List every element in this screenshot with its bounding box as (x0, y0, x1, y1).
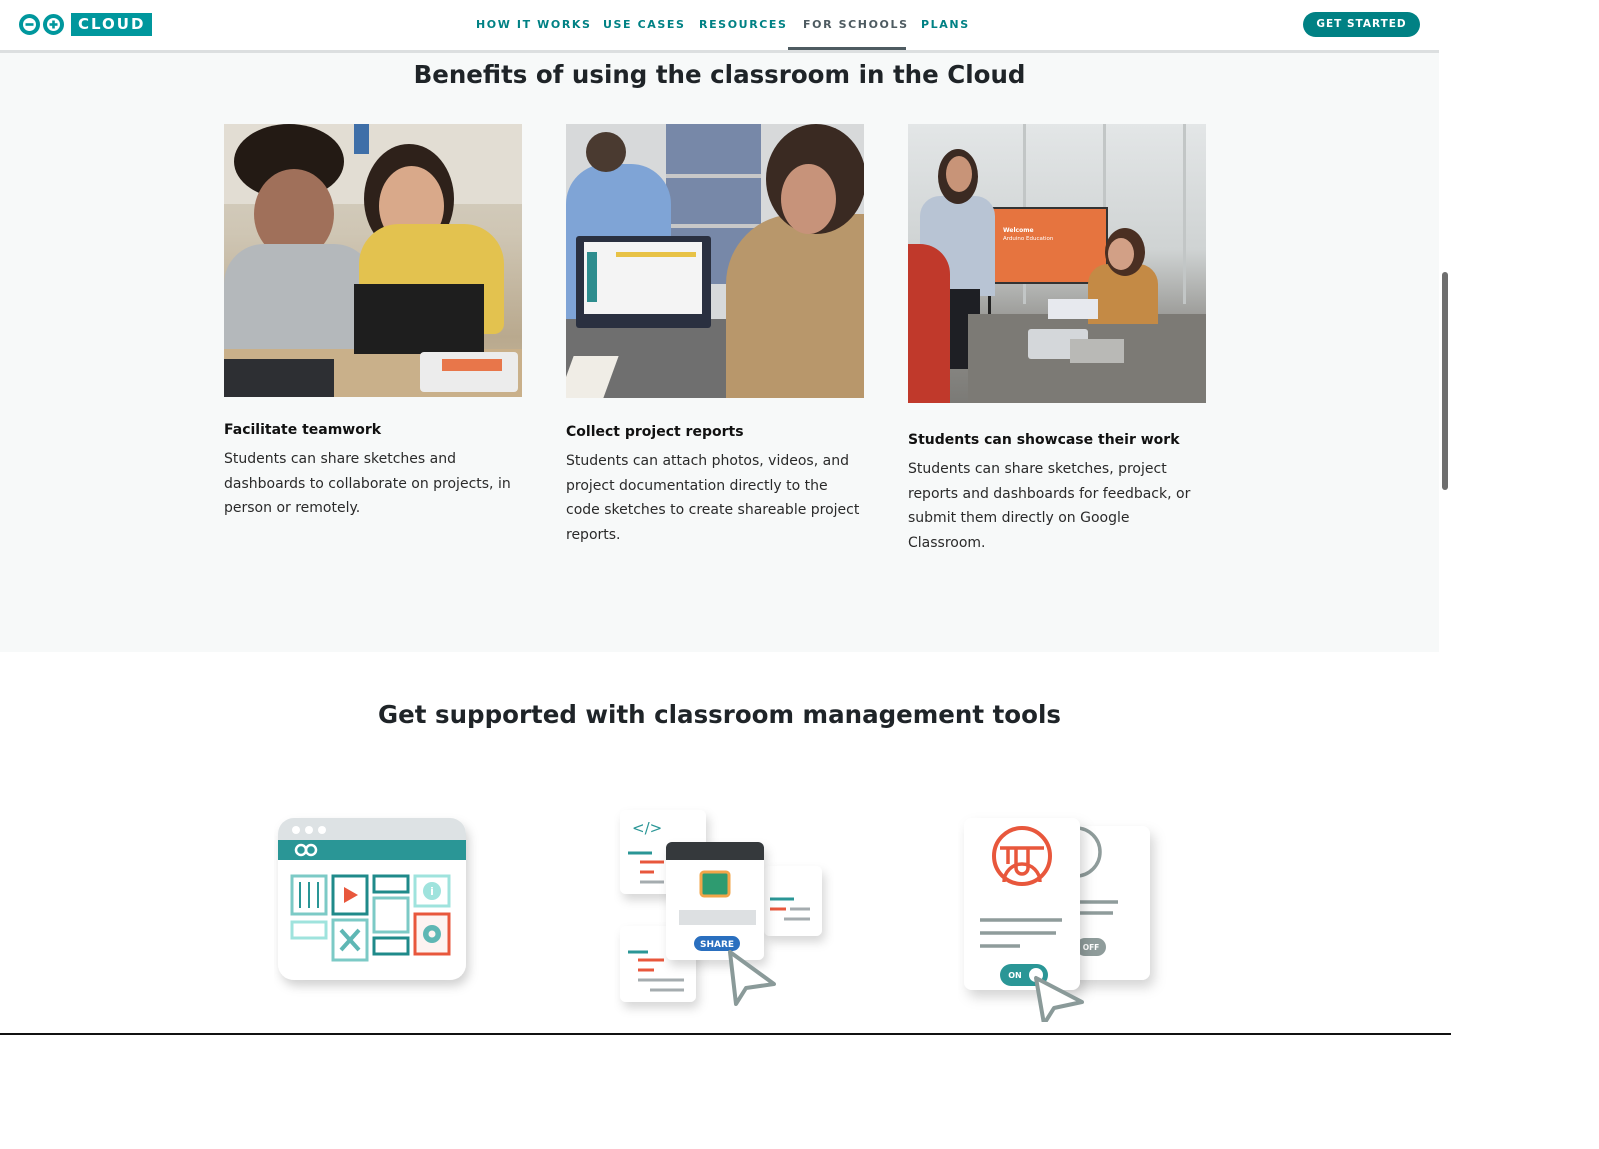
benefit-card-teamwork: Facilitate teamwork Students can share s… (224, 124, 522, 521)
dashboard-widgets-illustration: i (278, 818, 466, 980)
benefit-description: Students can share sketches, project rep… (908, 461, 1191, 551)
benefit-title: Facilitate teamwork (224, 422, 382, 438)
toggle-on-label: ON (1008, 971, 1022, 980)
toggle-off-label: OFF (1083, 943, 1100, 952)
screen-title: Welcome (1003, 227, 1034, 234)
nav-resources[interactable]: RESOURCES (699, 18, 788, 31)
classroom-presentation-photo: Welcome Arduino Education (908, 124, 1206, 403)
students-building-robot-photo (224, 124, 522, 397)
section-divider (0, 1033, 1451, 1035)
tools-title: Get supported with classroom management … (378, 700, 1061, 729)
scrollbar-thumb[interactable] (1442, 272, 1448, 490)
benefit-description: Students can attach photos, videos, and … (566, 453, 860, 543)
benefits-title: Benefits of using the classroom in the C… (413, 60, 1026, 89)
benefit-card-showcase: Welcome Arduino Education Students can s… (908, 124, 1206, 555)
get-started-button[interactable]: GET STARTED (1303, 12, 1420, 37)
site-header: CLOUD HOW IT WORKS USE CASES RESOURCES F… (0, 0, 1439, 53)
svg-text:i: i (430, 885, 434, 898)
nav-plans[interactable]: PLANS (921, 18, 970, 31)
active-nav-indicator (788, 47, 906, 50)
arduino-infinity-icon (19, 14, 64, 35)
student-toggle-illustration: OFF ON (964, 818, 1150, 1022)
code-icon: </> (632, 819, 662, 837)
benefit-card-reports: Collect project reports Students can att… (566, 124, 864, 547)
student-on-laptop-photo (566, 124, 864, 398)
arduino-cloud-logo[interactable]: CLOUD (18, 13, 153, 36)
benefit-title: Collect project reports (566, 424, 744, 440)
share-button-label: SHARE (700, 940, 734, 950)
share-sketch-illustration: </> SHARE (620, 810, 822, 1006)
benefit-title: Students can showcase their work (908, 432, 1180, 448)
benefits-section: Benefits of using the classroom in the C… (0, 53, 1439, 652)
nav-how-it-works[interactable]: HOW IT WORKS (476, 18, 592, 31)
scrollbar-track[interactable] (1439, 0, 1453, 1033)
nav-for-schools[interactable]: FOR SCHOOLS (803, 18, 909, 31)
nav-use-cases[interactable]: USE CASES (603, 18, 686, 31)
benefit-description: Students can share sketches and dashboar… (224, 451, 511, 516)
logo-text: CLOUD (71, 13, 153, 36)
screen-subtitle: Arduino Education (1003, 236, 1054, 242)
presentation-screen: Welcome Arduino Education (981, 207, 1108, 284)
